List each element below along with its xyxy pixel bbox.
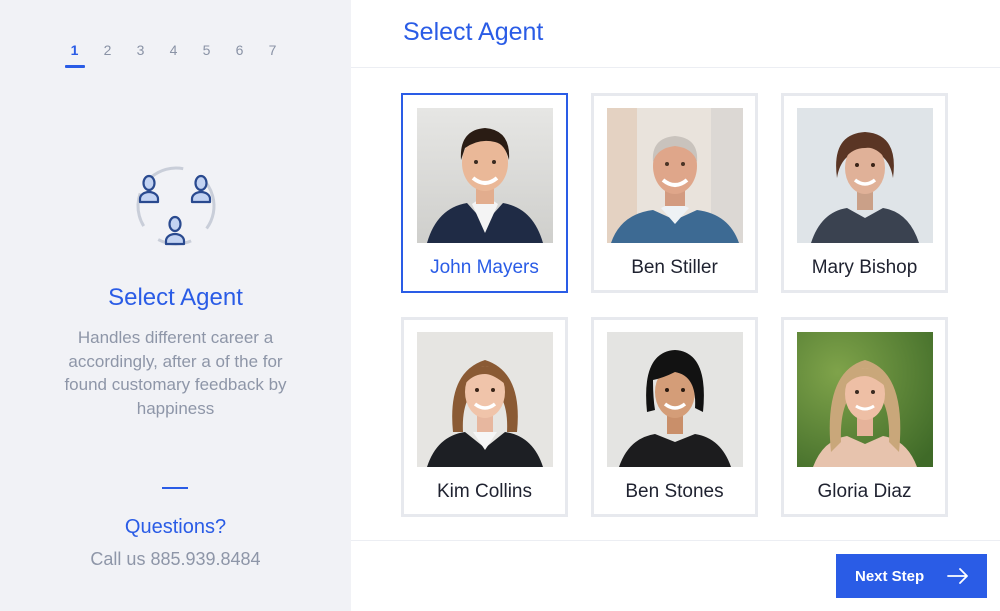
agent-name: Gloria Diaz (817, 481, 912, 502)
step-5[interactable]: 5 (190, 42, 223, 68)
agent-photo (797, 108, 933, 243)
agent-photo (417, 108, 553, 243)
step-1[interactable]: 1 (58, 42, 91, 68)
divider (162, 487, 188, 489)
agent-card-john-mayers[interactable]: John Mayers (401, 93, 568, 293)
main-panel: Select Agent John Mayers Ben Stiller Mar… (351, 0, 1000, 611)
agent-photo (417, 332, 553, 467)
agent-card-gloria-diaz[interactable]: Gloria Diaz (781, 317, 948, 517)
footer-divider (351, 540, 1000, 541)
step-4[interactable]: 4 (157, 42, 190, 68)
agent-card-ben-stones[interactable]: Ben Stones (591, 317, 758, 517)
step-3[interactable]: 3 (124, 42, 157, 68)
agent-photo (797, 332, 933, 467)
step-indicator: 1 2 3 4 5 6 7 (58, 42, 289, 68)
questions-heading: Questions? (124, 516, 227, 538)
agent-grid: John Mayers Ben Stiller Mary Bishop Kim … (401, 93, 951, 519)
arrow-right-icon (947, 568, 968, 584)
step-7[interactable]: 7 (256, 42, 289, 68)
sidebar-title: Select Agent (108, 284, 243, 311)
agent-name: Ben Stones (625, 481, 724, 502)
agent-photo (607, 108, 743, 243)
next-step-label: Next Step (855, 567, 925, 585)
header-divider (351, 67, 1000, 68)
agent-name: Ben Stiller (631, 257, 718, 278)
page-title: Select Agent (403, 18, 544, 46)
next-step-button[interactable]: Next Step (836, 554, 987, 598)
phone-number: Call us 885.939.8484 (90, 549, 261, 569)
agent-card-mary-bishop[interactable]: Mary Bishop (781, 93, 948, 293)
agent-name: Kim Collins (436, 481, 533, 502)
sidebar-description: Handles different career a accordingly, … (64, 328, 287, 418)
agent-name: John Mayers (430, 257, 539, 278)
agent-card-kim-collins[interactable]: Kim Collins (401, 317, 568, 517)
agent-photo (607, 332, 743, 467)
step-2[interactable]: 2 (91, 42, 124, 68)
sidebar: 1 2 3 4 5 6 7 Select Agent Handles diffe… (0, 0, 351, 611)
agents-group-icon (136, 166, 216, 246)
step-6[interactable]: 6 (223, 42, 256, 68)
agent-card-ben-stiller[interactable]: Ben Stiller (591, 93, 758, 293)
agent-name: Mary Bishop (811, 257, 918, 278)
